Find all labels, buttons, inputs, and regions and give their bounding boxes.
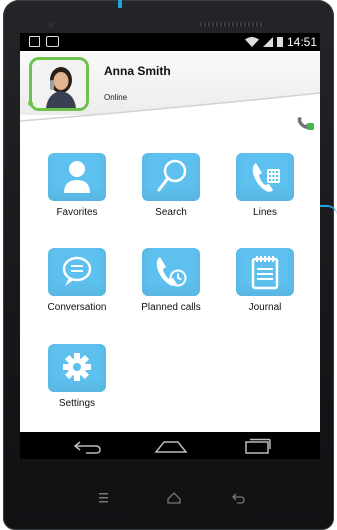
call-status-icon[interactable]	[295, 114, 315, 132]
menu-key-icon[interactable]	[99, 493, 108, 503]
photo-notification-icon	[46, 36, 59, 47]
menu-item-settings[interactable]: Settings	[21, 344, 133, 424]
home-key-icon[interactable]	[167, 492, 181, 504]
wifi-icon	[244, 37, 259, 47]
menu-label: Journal	[248, 302, 282, 313]
front-camera	[48, 22, 54, 28]
home-icon[interactable]	[154, 438, 188, 454]
battery-icon	[276, 37, 283, 47]
contact-name: Anna Smith	[104, 64, 171, 78]
signal-icon	[262, 37, 273, 47]
notepad-icon	[236, 248, 294, 296]
menu-item-lines[interactable]: Lines	[209, 153, 320, 233]
phone-clock-icon	[142, 248, 200, 296]
avatar-photo	[32, 60, 86, 108]
presence-indicator	[28, 101, 33, 106]
back-icon[interactable]	[72, 438, 102, 454]
phone-keypad-icon	[236, 153, 294, 201]
chat-bubble-icon	[48, 248, 106, 296]
cable-decoration	[118, 0, 122, 8]
status-bar: 14:51	[20, 33, 320, 51]
navigation-bar	[20, 432, 320, 459]
profile-header: Anna Smith Online	[20, 51, 320, 135]
back-key-icon[interactable]	[232, 493, 245, 504]
recent-apps-icon[interactable]	[242, 438, 272, 454]
app-screen: 14:51 Anna Smith Online Favorites Search…	[20, 33, 320, 459]
menu-label: Lines	[253, 207, 277, 218]
notification-icon	[29, 36, 40, 47]
gear-icon	[48, 344, 106, 392]
clock: 14:51	[286, 35, 317, 49]
menu-item-journal[interactable]: Journal	[209, 248, 320, 328]
menu-label: Settings	[58, 398, 96, 409]
hardware-keys	[99, 492, 245, 504]
presence-status: Online	[104, 93, 128, 102]
earpiece-speaker	[200, 22, 264, 27]
cable-decoration	[319, 205, 337, 217]
person-icon	[48, 153, 106, 201]
magnifier-icon	[142, 153, 200, 201]
avatar[interactable]	[29, 57, 89, 111]
